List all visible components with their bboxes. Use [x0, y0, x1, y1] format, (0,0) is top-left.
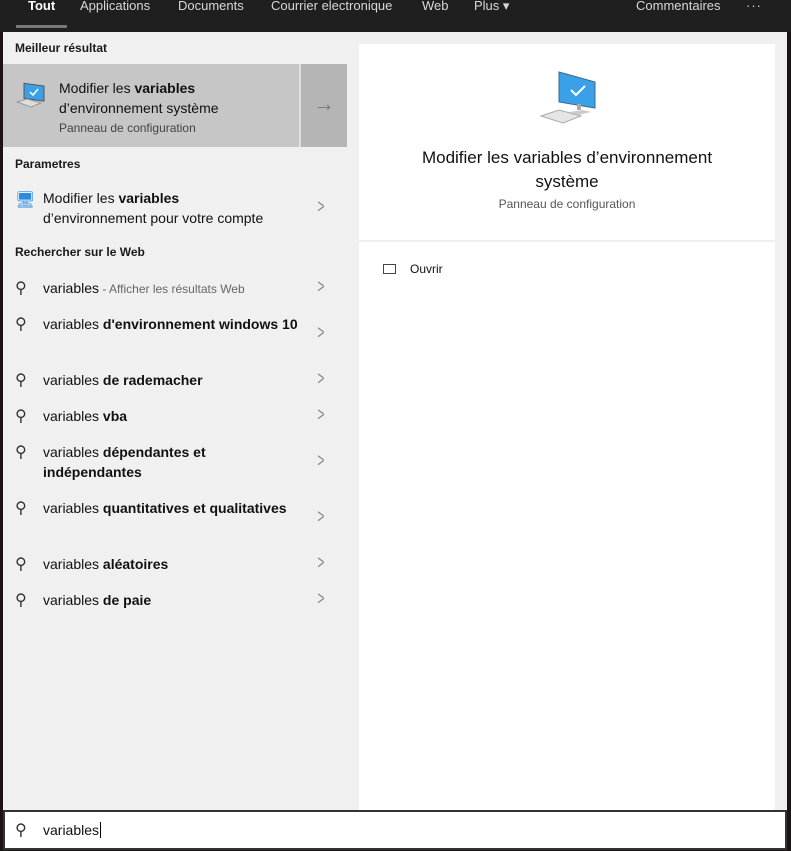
web-suggestion-item[interactable]: ⚲ variables de paie >: [3, 588, 347, 626]
computer-icon: [539, 71, 596, 124]
chevron-right-icon: >: [317, 404, 325, 426]
web-suggestion-item[interactable]: ⚲ variables d'environnement windows 10 >: [3, 314, 347, 370]
best-result-item[interactable]: Modifier les variables d’environnement sy…: [3, 64, 347, 147]
web-suggestion-label: variables de paie: [43, 592, 152, 608]
chevron-right-icon: >: [317, 368, 325, 390]
settings-item[interactable]: 🖥 Modifier les variables d’environnement …: [3, 188, 347, 230]
open-label: Ouvrir: [410, 262, 443, 276]
web-suggestion-label: variables de rademacher: [43, 372, 203, 388]
monitor-icon: 🖥: [15, 192, 36, 209]
search-box[interactable]: ⚲ variables: [3, 810, 787, 850]
best-result-header: Meilleur résultat: [15, 41, 108, 55]
tab-courrier[interactable]: Courrier electronique: [271, 0, 392, 30]
search-icon: ⚲: [15, 316, 27, 333]
web-suggestion-item[interactable]: ⚲ variables aléatoires >: [3, 552, 347, 590]
web-suggestion-item[interactable]: ⚲ variables quantitatives et qualitative…: [3, 498, 347, 554]
tab-tout[interactable]: Tout: [15, 0, 68, 30]
web-suggestion-label: variables quantitatives et qualitatives: [43, 500, 287, 516]
open-icon: [383, 264, 396, 274]
settings-item-label: Modifier les variables d’environnement po…: [43, 190, 264, 226]
web-suggestion-item[interactable]: ⚲ variables - Afficher les résultats Web…: [3, 276, 347, 314]
search-icon: ⚲: [15, 280, 27, 297]
web-suggestion-label: variables vba: [43, 408, 128, 424]
chevron-right-icon: >: [317, 196, 325, 218]
tab-applications[interactable]: Applications: [80, 0, 150, 30]
preview-actions: Ouvrir: [359, 242, 775, 810]
more-options-icon[interactable]: ···: [746, 0, 762, 30]
chevron-right-icon: >: [317, 552, 325, 574]
search-icon: ⚲: [15, 444, 27, 461]
open-action[interactable]: Ouvrir: [383, 262, 443, 276]
tab-documents[interactable]: Documents: [178, 0, 244, 30]
tab-web[interactable]: Web: [422, 0, 449, 30]
web-suggestion-item[interactable]: ⚲ variables vba >: [3, 404, 347, 442]
web-suggestion-label: variables dépendantes et indépendantes: [43, 444, 206, 480]
feedback-button[interactable]: Commentaires: [636, 0, 721, 30]
preview-subtitle: Panneau de configuration: [498, 197, 636, 211]
preview-card: Modifier les variables d’environnement s…: [359, 44, 775, 240]
tab-plus-label: Plus: [474, 0, 500, 13]
web-suggestion-label: variables - Afficher les résultats Web: [43, 280, 245, 296]
search-icon: ⚲: [15, 556, 27, 573]
search-input[interactable]: variables: [43, 822, 102, 838]
computer-icon: [15, 82, 45, 108]
chevron-right-icon: >: [317, 276, 325, 298]
chevron-right-icon: >: [317, 450, 325, 472]
tab-plus[interactable]: Plus ▾: [474, 0, 509, 30]
best-result-subtitle: Panneau de configuration: [59, 121, 196, 135]
chevron-right-icon: >: [317, 322, 325, 344]
search-icon: ⚲: [15, 408, 27, 425]
settings-header: Parametres: [15, 157, 81, 171]
chevron-right-icon: >: [317, 588, 325, 610]
results-list: Meilleur résultat Modifier les variables…: [3, 32, 347, 810]
preview-title: Modifier les variables d’environnement s…: [421, 148, 713, 191]
search-icon: ⚲: [15, 500, 27, 517]
arrow-right-icon[interactable]: →: [299, 64, 347, 147]
filter-tabs-bar: Tout Applications Documents Courrier ele…: [0, 0, 791, 32]
web-suggestion-item[interactable]: ⚲ variables dépendantes et indépendantes…: [3, 442, 347, 498]
search-icon: ⚲: [15, 372, 27, 389]
search-results-panel: Meilleur résultat Modifier les variables…: [3, 32, 787, 810]
chevron-right-icon: >: [317, 506, 325, 528]
best-result-title: Modifier les variables d’environnement sy…: [59, 80, 219, 116]
web-search-header: Rechercher sur le Web: [15, 245, 145, 259]
web-suggestion-label: variables aléatoires: [43, 556, 169, 572]
web-suggestion-label: variables d'environnement windows 10: [43, 316, 298, 332]
search-icon: ⚲: [15, 592, 27, 609]
web-suggestion-item[interactable]: ⚲ variables de rademacher >: [3, 368, 347, 406]
search-icon: ⚲: [15, 822, 27, 839]
chevron-down-icon: ▾: [502, 0, 510, 13]
